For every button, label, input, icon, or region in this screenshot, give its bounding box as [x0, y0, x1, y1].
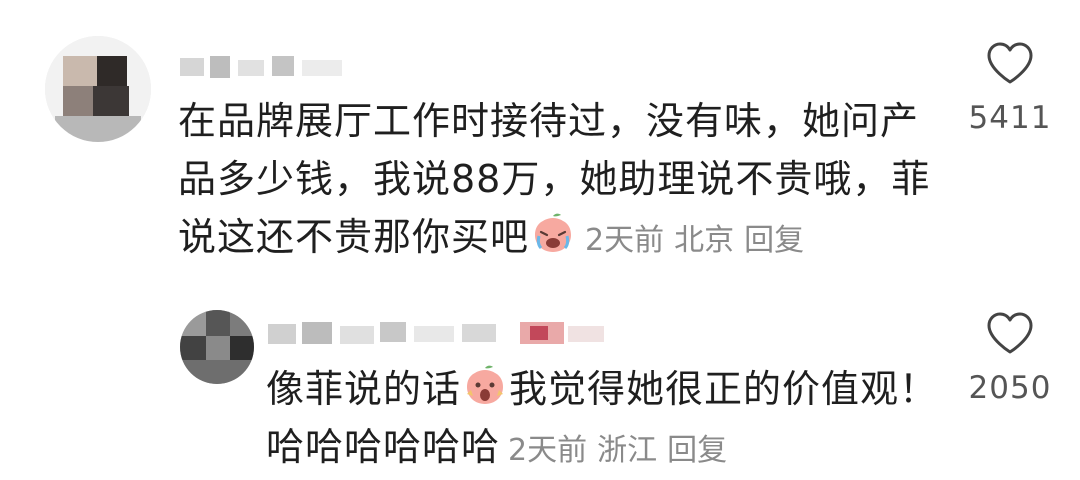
comment-line: 哈哈哈哈哈哈 [266, 425, 501, 469]
comment-line: 在品牌展厅工作时接待过，没有味，她问产 [178, 99, 920, 143]
comment-text: 像菲说的话 我觉得她很正的价值观！ 哈哈哈哈哈哈 2天前 浙江 回复 [266, 360, 946, 480]
heart-outline-icon [987, 42, 1033, 84]
comment-line: 我觉得她很正的价值观！ [509, 367, 939, 411]
comment-line: 像菲说的话 [266, 367, 462, 411]
username-blurred[interactable] [180, 56, 350, 78]
comment-location: 北京 [674, 223, 735, 258]
username-blurred[interactable] [268, 322, 608, 344]
comment: 在品牌展厅工作时接待过，没有味，她问产 品多少钱，我说88万，她助理说不贵哦，菲… [0, 0, 1080, 290]
avatar[interactable] [45, 36, 151, 142]
like-count: 2050 [968, 370, 1052, 406]
comment-meta: 2天前 浙江 回复 [508, 433, 737, 468]
reply-button[interactable]: 回复 [667, 433, 727, 468]
avatar[interactable] [180, 310, 254, 384]
reply-comment: 像菲说的话 我觉得她很正的价值观！ 哈哈哈哈哈哈 2天前 浙江 回复 2050 [0, 290, 1080, 479]
like-count: 5411 [968, 100, 1052, 136]
comment-line-last: 说这还不贵那你买吧 2天前 北京 回复 [178, 208, 938, 270]
comment-line: 品多少钱，我说88万，她助理说不贵哦，菲 [178, 157, 931, 201]
comment-line: 说这还不贵那你买吧 [178, 215, 530, 259]
heart-outline-icon [987, 312, 1033, 354]
reply-button[interactable]: 回复 [744, 223, 804, 258]
comment-time: 2天前 [585, 223, 665, 258]
comment-line-last: 哈哈哈哈哈哈 2天前 浙江 回复 [266, 418, 946, 480]
comment-time: 2天前 [508, 433, 588, 468]
like-button[interactable]: 2050 [955, 310, 1065, 406]
like-button[interactable]: 5411 [955, 40, 1065, 136]
shocked-peach-emoji-icon [467, 365, 504, 404]
comment-meta: 2天前 北京 回复 [585, 223, 814, 258]
comment-location: 浙江 [597, 433, 658, 468]
comment-text: 在品牌展厅工作时接待过，没有味，她问产 品多少钱，我说88万，她助理说不贵哦，菲… [178, 92, 938, 270]
comment-line-first: 像菲说的话 我觉得她很正的价值观！ [266, 360, 946, 418]
crying-peach-emoji-icon [535, 213, 572, 252]
